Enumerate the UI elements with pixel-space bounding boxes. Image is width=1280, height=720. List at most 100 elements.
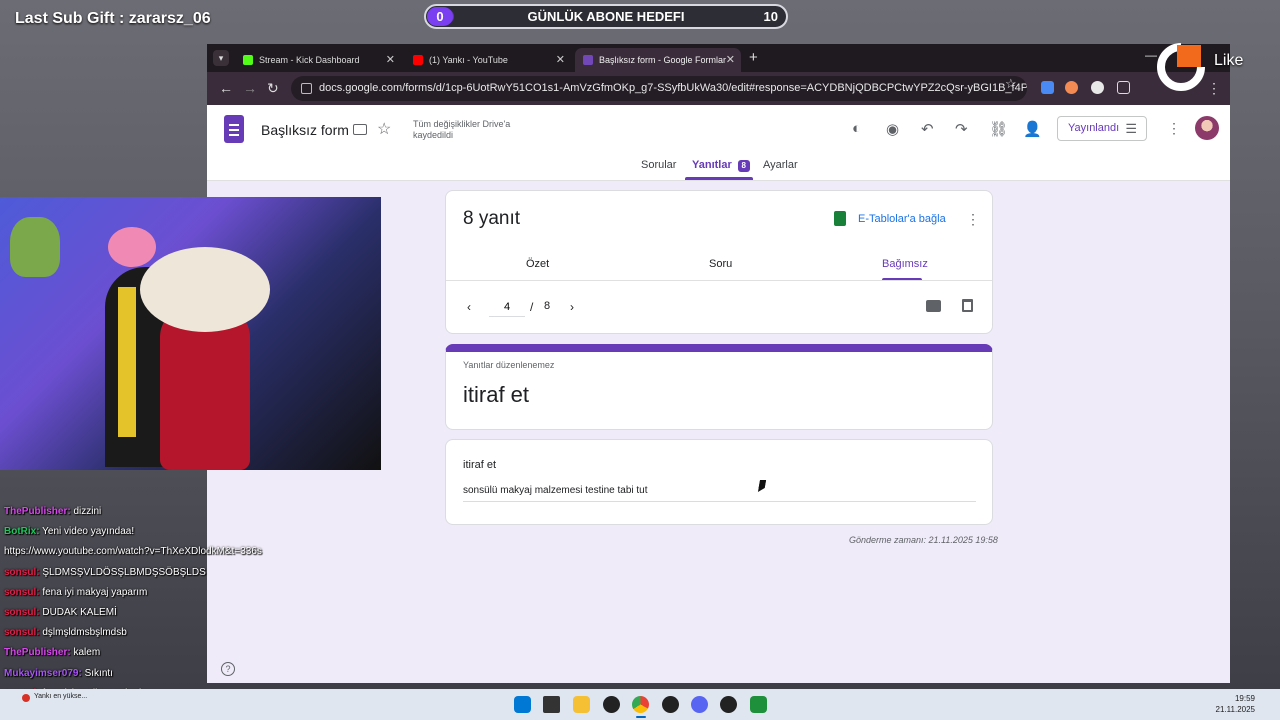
next-response-icon[interactable]: › bbox=[570, 300, 574, 314]
question-card: itiraf et sonsülü makyaj malzemesi testi… bbox=[445, 439, 993, 525]
tab-label: (1) Yankı - YouTube bbox=[429, 55, 508, 65]
extensions-puzzle-icon[interactable] bbox=[1117, 81, 1130, 94]
taskbar-clock[interactable]: 19:59 21.11.2025 bbox=[1216, 693, 1255, 715]
subtab-question[interactable]: Soru bbox=[709, 258, 732, 270]
chat-message: BotRix: Yeni video yayındaa! bbox=[4, 522, 314, 542]
address-bar[interactable]: docs.google.com/forms/d/1cp-6UotRwY51CO1… bbox=[291, 76, 1027, 101]
previous-response-icon[interactable]: ‹ bbox=[467, 300, 471, 314]
tab-settings[interactable]: Ayarlar bbox=[763, 159, 798, 171]
chat-text: Yeni video yayındaa! bbox=[42, 526, 135, 538]
taskbar: Yankı en yükse... 19:59 21.11.2025 bbox=[0, 689, 1280, 720]
print-icon[interactable] bbox=[926, 300, 941, 312]
undo-icon[interactable]: ↶ bbox=[921, 120, 934, 138]
submitted-timestamp: Gönderme zamanı: 21.11.2025 19:58 bbox=[849, 535, 998, 545]
chat-text: kalem bbox=[73, 647, 101, 659]
palette-icon[interactable]: ◐ bbox=[852, 120, 861, 137]
sheets-link-label: E-Tablolar'a bağla bbox=[858, 213, 946, 225]
chat-text: dşlmşldmsbşlmdsb bbox=[42, 627, 127, 639]
close-icon[interactable]: ✕ bbox=[556, 48, 565, 72]
page-number-input[interactable]: 4 bbox=[489, 297, 525, 317]
site-info-icon[interactable] bbox=[301, 83, 312, 94]
chat-message: ThePublisher: kalem bbox=[4, 643, 314, 663]
last-sub-gift: Last Sub Gift : zararsz_06 bbox=[15, 10, 211, 27]
tab-label: Başlıksız form - Google Formlar bbox=[599, 55, 727, 65]
preview-eye-icon[interactable]: ◉ bbox=[886, 120, 899, 138]
chat-username[interactable]: BotRix: bbox=[4, 526, 40, 537]
new-tab-button[interactable]: + bbox=[749, 49, 758, 66]
url-text: docs.google.com/forms/d/1cp-6UotRwY51CO1… bbox=[319, 82, 1027, 94]
tab-google-forms[interactable]: Başlıksız form - Google Formlar ✕ bbox=[575, 48, 741, 72]
translate-extension-icon[interactable] bbox=[1041, 81, 1054, 94]
chat-username[interactable]: ThePublisher: bbox=[4, 647, 71, 658]
responses-summary-card: 8 yanıt E-Tablolar'a bağla ⋮ Özet Soru B… bbox=[445, 190, 993, 334]
chat-username[interactable]: sonsul: bbox=[4, 607, 40, 618]
chat-username[interactable]: sonsul: bbox=[4, 587, 40, 598]
publish-button[interactable]: Yayınlandı ☰ bbox=[1057, 116, 1147, 141]
chat-message: https://www.youtube.com/watch?v=ThXeXDlo… bbox=[4, 542, 314, 562]
task-view-icon[interactable] bbox=[543, 696, 560, 713]
add-collaborator-icon[interactable]: 👤 bbox=[1023, 120, 1042, 138]
pager-total: 8 bbox=[544, 300, 551, 312]
delete-icon[interactable] bbox=[962, 299, 973, 312]
chat-text: https://www.youtube.com/watch?v=ThXeXDlo… bbox=[4, 546, 262, 558]
forms-icon bbox=[583, 55, 593, 65]
forward-icon[interactable]: → bbox=[243, 80, 257, 96]
clock-time: 19:59 bbox=[1234, 694, 1255, 703]
google-forms-logo[interactable] bbox=[224, 115, 244, 143]
tune-icon: ☰ bbox=[1125, 121, 1137, 136]
webcam-feed bbox=[0, 197, 381, 470]
chat-username[interactable]: sonsul: bbox=[4, 567, 40, 578]
save-status: Tüm değişiklikler Drive'a kaydedildi bbox=[413, 119, 511, 140]
sheets-icon bbox=[834, 211, 846, 226]
extension-icon[interactable] bbox=[1091, 81, 1104, 94]
link-to-sheets-button[interactable]: E-Tablolar'a bağla bbox=[834, 211, 946, 226]
windows-start-icon[interactable] bbox=[514, 696, 531, 713]
reload-icon[interactable]: ↻ bbox=[267, 80, 279, 97]
tab-youtube[interactable]: (1) Yankı - YouTube ✕ bbox=[405, 48, 571, 72]
responses-locked-note: Yanıtlar düzenlenemez bbox=[463, 360, 555, 370]
more-vert-icon[interactable]: ⋮ bbox=[966, 211, 980, 228]
minimize-icon[interactable]: — bbox=[1145, 48, 1157, 62]
tab-search-icon[interactable]: ▾ bbox=[213, 50, 229, 66]
terminal-icon[interactable] bbox=[750, 696, 767, 713]
extension-icon[interactable] bbox=[1065, 81, 1078, 94]
chat-username[interactable]: Mukayimser079: bbox=[4, 668, 82, 679]
back-icon[interactable]: ← bbox=[219, 80, 233, 96]
bookmark-star-icon[interactable]: ☆ bbox=[1005, 76, 1017, 92]
app-icon[interactable] bbox=[720, 696, 737, 713]
tab-kick-dashboard[interactable]: Stream - Kick Dashboard ✕ bbox=[235, 48, 401, 72]
chat-text: dizzini bbox=[73, 506, 102, 517]
file-explorer-icon[interactable] bbox=[573, 696, 590, 713]
link-icon[interactable]: ⛓ bbox=[989, 120, 1008, 138]
more-vert-icon[interactable]: ⋮ bbox=[1167, 120, 1181, 137]
discord-icon[interactable] bbox=[691, 696, 708, 713]
chat-message: sonsul: DUDAK KALEMİ bbox=[4, 603, 314, 623]
star-icon[interactable]: ☆ bbox=[377, 119, 391, 139]
redo-icon[interactable]: ↷ bbox=[955, 120, 968, 138]
chat-text: ŞLDMSŞVLDÖSŞLBMDŞSÖBŞLDS bbox=[42, 566, 206, 578]
tab-responses[interactable]: Yanıtlar 8 bbox=[692, 159, 750, 172]
folder-icon[interactable] bbox=[353, 124, 367, 135]
browser-toolbar: ← → ↻ docs.google.com/forms/d/1cp-6UotRw… bbox=[207, 72, 1230, 105]
app-icon[interactable] bbox=[662, 696, 679, 713]
subtab-individual[interactable]: Bağımsız bbox=[882, 258, 928, 270]
tab-label: Stream - Kick Dashboard bbox=[259, 55, 360, 65]
news-widget[interactable]: Yankı en yükse... bbox=[34, 693, 87, 700]
chrome-icon[interactable] bbox=[632, 696, 649, 713]
subtab-summary[interactable]: Özet bbox=[526, 258, 549, 270]
chat-overlay: ThePublisher: dizzini BotRix: Yeni video … bbox=[4, 502, 314, 720]
chat-username[interactable]: sonsul: bbox=[4, 627, 40, 638]
answer-text: sonsülü makyaj malzemesi testine tabi tu… bbox=[463, 485, 976, 502]
active-app-indicator bbox=[636, 716, 646, 718]
avatar[interactable] bbox=[1195, 116, 1219, 140]
close-icon[interactable]: ✕ bbox=[386, 48, 395, 72]
form-title[interactable]: Başlıksız form bbox=[261, 122, 349, 138]
obs-icon[interactable] bbox=[603, 696, 620, 713]
chat-username[interactable]: ThePublisher: bbox=[4, 506, 71, 517]
tab-questions[interactable]: Sorular bbox=[641, 159, 676, 171]
close-icon[interactable]: ✕ bbox=[726, 48, 735, 72]
plush-toy bbox=[10, 217, 60, 277]
chat-text: Sıkıntı bbox=[84, 667, 113, 679]
news-alert-icon bbox=[22, 694, 30, 702]
browser-menu-icon[interactable]: ⋮ bbox=[1207, 80, 1221, 97]
